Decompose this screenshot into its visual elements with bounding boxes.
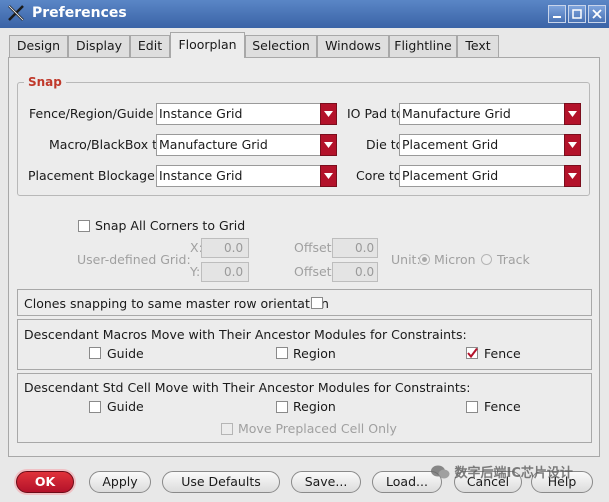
dropdown-value: Instance Grid — [159, 106, 243, 121]
title-bar[interactable]: Preferences — [0, 0, 609, 28]
chevron-down-icon — [320, 103, 337, 125]
chevron-down-icon — [564, 165, 581, 187]
watermark-text: 数字后端IC芯片设计 — [454, 466, 573, 481]
tab-edit[interactable]: Edit — [130, 35, 170, 57]
tab-selection[interactable]: Selection — [245, 35, 317, 57]
offset-x-field[interactable]: 0.0 — [332, 238, 378, 258]
macros-title: Descendant Macros Move with Their Ancest… — [24, 327, 467, 342]
tab-windows[interactable]: Windows — [317, 35, 389, 57]
offset-y-label: Offset: — [294, 264, 336, 279]
dropdown-value: Manufacture Grid — [402, 106, 511, 121]
io-pad-dropdown[interactable]: Manufacture Grid — [399, 103, 581, 125]
stdcell-region-label: Region — [293, 399, 336, 414]
snap-all-corners-label: Snap All Corners to Grid — [95, 218, 246, 233]
wechat-icon — [431, 465, 450, 479]
unit-micron-label: Micron — [434, 252, 476, 267]
grid-y-label: Y: — [190, 264, 201, 279]
macro-blackbox-label: Macro/BlackBox to — [49, 137, 165, 152]
stdcell-guide-label: Guide — [107, 399, 144, 414]
offset-y-field[interactable]: 0.0 — [332, 262, 378, 282]
placement-blockage-dropdown[interactable]: Instance Grid — [156, 165, 337, 187]
io-pad-label: IO Pad to — [347, 106, 404, 121]
x-window-icon — [6, 3, 26, 23]
chevron-down-icon — [564, 134, 581, 156]
grid-x-field[interactable]: 0.0 — [201, 238, 249, 258]
snap-group-title: Snap — [24, 75, 66, 89]
macros-fence-checkbox[interactable] — [466, 347, 478, 359]
macro-blackbox-dropdown[interactable]: Manufacture Grid — [156, 134, 337, 156]
tab-display[interactable]: Display — [68, 35, 130, 57]
die-dropdown[interactable]: Placement Grid — [399, 134, 581, 156]
core-dropdown[interactable]: Placement Grid — [399, 165, 581, 187]
snap-all-corners-checkbox[interactable] — [78, 220, 90, 232]
unit-track-label: Track — [497, 252, 530, 267]
close-button[interactable] — [588, 5, 606, 23]
stdcell-fence-checkbox[interactable] — [466, 401, 478, 413]
dropdown-value: Manufacture Grid — [159, 137, 268, 152]
stdcell-region-checkbox[interactable] — [276, 401, 288, 413]
stdcell-fence-label: Fence — [484, 399, 521, 414]
chevron-down-icon — [320, 165, 337, 187]
window-title: Preferences — [32, 5, 127, 21]
clones-checkbox[interactable] — [311, 297, 323, 309]
dropdown-value: Instance Grid — [159, 168, 243, 183]
macros-guide-label: Guide — [107, 346, 144, 361]
watermark: 数字后端IC芯片设计 — [430, 462, 573, 481]
offset-x-label: Offset: — [294, 240, 336, 255]
tab-flightline[interactable]: Flightline — [389, 35, 457, 57]
use-defaults-button[interactable]: Use Defaults — [162, 471, 280, 493]
placement-blockage-label: Placement Blockage to — [28, 168, 172, 183]
chevron-down-icon — [320, 134, 337, 156]
stdcell-guide-checkbox[interactable] — [89, 401, 101, 413]
stdcell-title: Descendant Std Cell Move with Their Ance… — [24, 380, 471, 395]
save-button[interactable]: Save... — [291, 471, 361, 493]
chevron-down-icon — [564, 103, 581, 125]
clones-label: Clones snapping to same master row orien… — [24, 296, 329, 311]
dropdown-value: Placement Grid — [402, 168, 499, 183]
apply-button[interactable]: Apply — [89, 471, 151, 493]
core-label: Core to — [356, 168, 402, 183]
die-label: Die to — [366, 137, 404, 152]
grid-y-field[interactable]: 0.0 — [201, 262, 249, 282]
fence-region-guide-label: Fence/Region/Guide to — [29, 106, 171, 121]
maximize-icon — [572, 9, 582, 19]
tab-floorplan[interactable]: Floorplan — [170, 32, 245, 58]
fence-region-guide-dropdown[interactable]: Instance Grid — [156, 103, 337, 125]
unit-label: Unit: — [391, 252, 421, 267]
tab-design[interactable]: Design — [9, 35, 68, 57]
tab-text[interactable]: Text — [457, 35, 499, 57]
ok-button[interactable]: OK — [16, 471, 74, 493]
macros-region-label: Region — [293, 346, 336, 361]
move-preplaced-checkbox[interactable] — [221, 423, 233, 435]
unit-track-radio[interactable] — [481, 254, 492, 265]
close-icon — [592, 9, 602, 19]
checkmark-icon — [467, 347, 478, 359]
macros-region-checkbox[interactable] — [276, 347, 288, 359]
dropdown-value: Placement Grid — [402, 137, 499, 152]
move-preplaced-label: Move Preplaced Cell Only — [238, 421, 397, 436]
minimize-icon — [553, 16, 561, 18]
macros-guide-checkbox[interactable] — [89, 347, 101, 359]
macros-fence-label: Fence — [484, 346, 521, 361]
user-grid-label: User-defined Grid: — [77, 252, 191, 267]
unit-micron-radio[interactable] — [419, 254, 430, 265]
maximize-button[interactable] — [568, 5, 586, 23]
minimize-button[interactable] — [548, 5, 566, 23]
